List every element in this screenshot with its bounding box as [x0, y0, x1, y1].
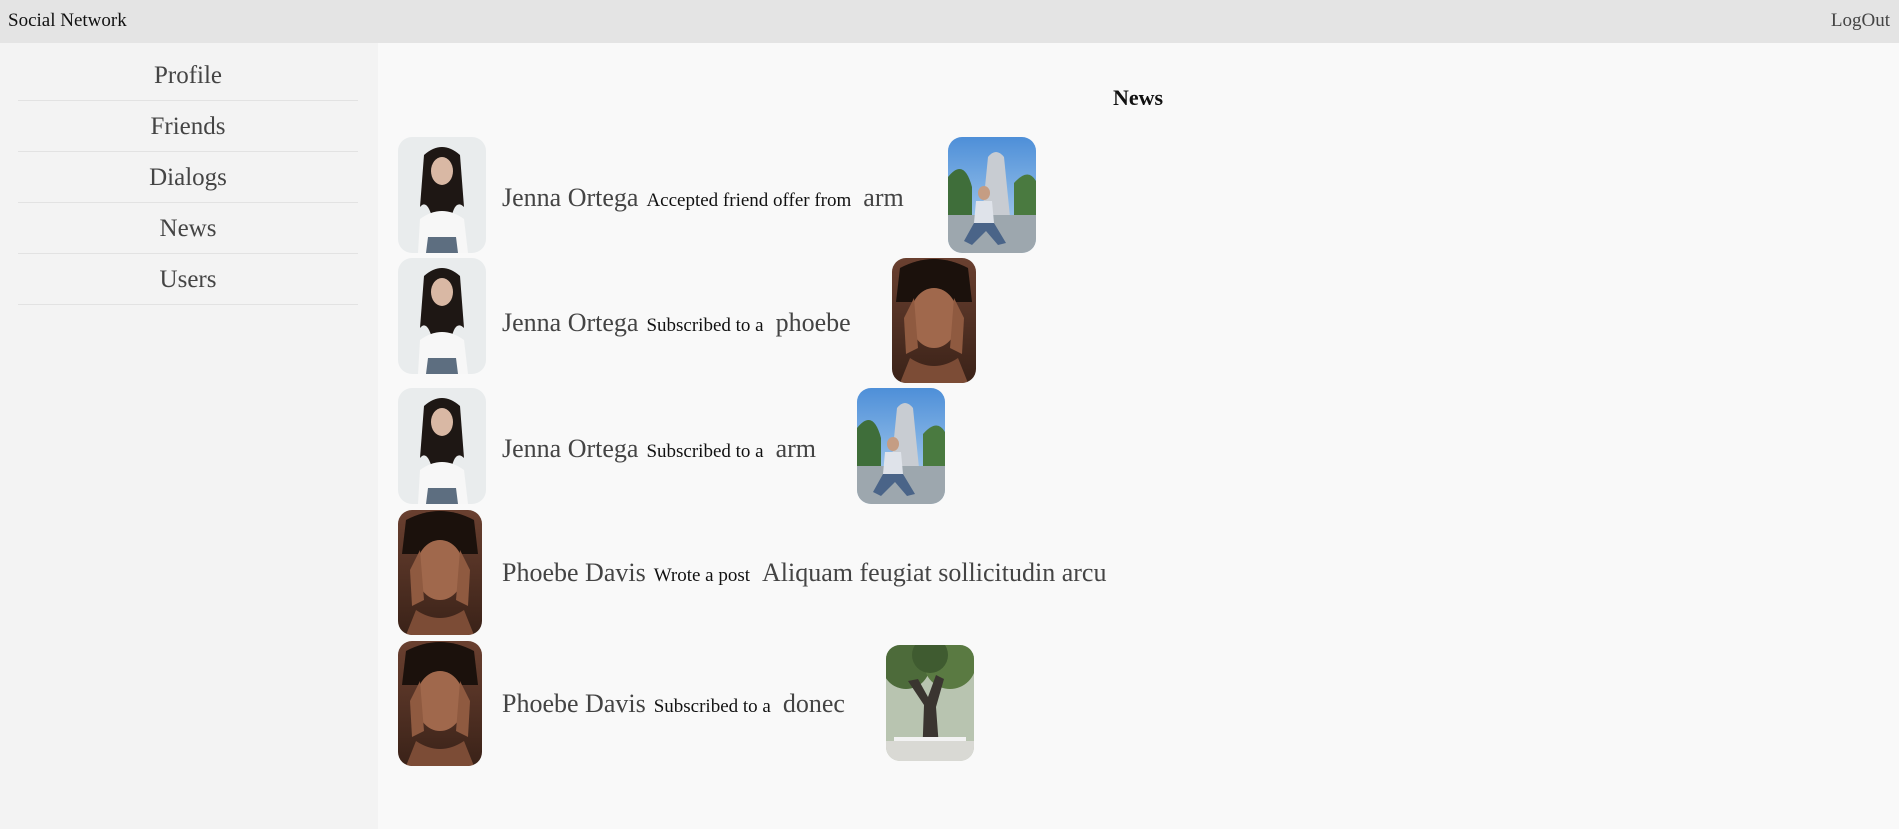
- sidebar: Profile Friends Dialogs News Users: [0, 43, 378, 829]
- news-target[interactable]: arm: [863, 183, 903, 212]
- arm-photo-icon: [857, 388, 945, 504]
- news-action: Subscribed to a: [646, 315, 764, 336]
- news-author[interactable]: Jenna Ortega: [502, 308, 638, 337]
- avatar[interactable]: [398, 258, 486, 374]
- avatar[interactable]: [398, 137, 486, 253]
- phoebe-photo-icon: [398, 641, 482, 766]
- avatar[interactable]: [398, 388, 486, 504]
- news-action: Accepted friend offer from: [646, 190, 852, 211]
- jenna-photo-icon: [398, 258, 486, 374]
- top-bar: Social Network LogOut: [0, 0, 1899, 43]
- target-avatar[interactable]: [892, 258, 976, 383]
- sidebar-item-profile[interactable]: Profile: [18, 51, 358, 101]
- news-feed: News Jenna Ortega Accepted friend offer …: [378, 43, 1899, 829]
- brand-title[interactable]: Social Network: [8, 10, 127, 32]
- sidebar-item-friends[interactable]: Friends: [18, 102, 358, 152]
- target-avatar[interactable]: [948, 137, 1036, 253]
- sidebar-item-users[interactable]: Users: [18, 255, 358, 305]
- target-avatar[interactable]: [886, 645, 974, 761]
- avatar[interactable]: [398, 641, 482, 766]
- arm-photo-icon: [948, 137, 1036, 253]
- page-title: News: [1112, 85, 1164, 110]
- tree-photo-icon: [886, 645, 974, 761]
- sidebar-item-dialogs[interactable]: Dialogs: [18, 153, 358, 203]
- news-target[interactable]: donec: [783, 689, 845, 718]
- news-author[interactable]: Jenna Ortega: [502, 434, 638, 463]
- logout-button[interactable]: LogOut: [1831, 10, 1890, 32]
- news-target[interactable]: Aliquam feugiat sollicitudin arcu: [762, 558, 1106, 587]
- phoebe-photo-icon: [892, 258, 976, 383]
- target-avatar[interactable]: [857, 388, 945, 504]
- news-action: Subscribed to a: [646, 441, 764, 462]
- news-action: Subscribed to a: [653, 696, 771, 717]
- jenna-photo-icon: [398, 137, 486, 253]
- phoebe-photo-icon: [398, 510, 482, 635]
- news-target[interactable]: arm: [776, 434, 816, 463]
- news-author[interactable]: Jenna Ortega: [502, 183, 638, 212]
- jenna-photo-icon: [398, 388, 486, 504]
- news-author[interactable]: Phoebe Davis: [502, 558, 646, 587]
- sidebar-item-news[interactable]: News: [18, 204, 358, 254]
- news-author[interactable]: Phoebe Davis: [502, 689, 646, 718]
- news-target[interactable]: phoebe: [776, 308, 851, 337]
- avatar[interactable]: [398, 510, 482, 635]
- news-action: Wrote a post: [653, 565, 751, 586]
